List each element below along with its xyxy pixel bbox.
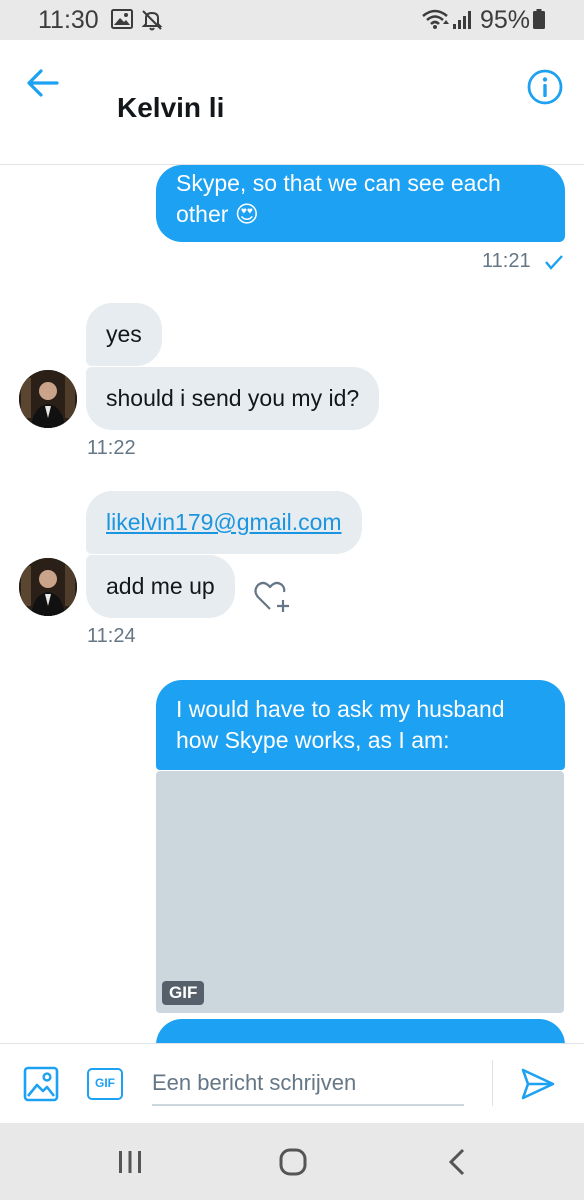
- home-icon: [279, 1148, 307, 1176]
- like-button[interactable]: [253, 578, 291, 614]
- heart-add-icon: [254, 581, 289, 612]
- message-timestamp: 11:22: [87, 437, 136, 459]
- outgoing-message[interactable]: I would have to ask my husband how Skype…: [156, 680, 565, 770]
- battery-level: 95%: [480, 6, 531, 34]
- image-icon: [23, 1066, 59, 1102]
- gif-attachment[interactable]: GIF: [156, 771, 564, 1013]
- home-button[interactable]: [279, 1148, 307, 1181]
- mute-icon: [140, 8, 164, 37]
- system-nav-bar: [0, 1123, 584, 1200]
- status-time: 11:30: [38, 6, 99, 34]
- gif-button[interactable]: GIF: [87, 1068, 123, 1100]
- info-icon: [527, 69, 563, 105]
- email-link[interactable]: likelvin179@gmail.com: [106, 509, 342, 535]
- message-timestamp: 11:24: [87, 625, 136, 647]
- outgoing-message-partial[interactable]: [156, 1019, 565, 1043]
- image-icon: [111, 9, 133, 34]
- outgoing-message[interactable]: Skype, so that we can see each other 😍: [156, 165, 565, 242]
- battery-icon: [533, 9, 545, 34]
- message-text: yes: [106, 321, 142, 347]
- send-icon: [521, 1068, 555, 1100]
- incoming-message[interactable]: should i send you my id?: [86, 367, 380, 430]
- incoming-message[interactable]: yes: [86, 303, 162, 366]
- send-button[interactable]: [520, 1066, 556, 1107]
- back-button[interactable]: [26, 66, 66, 102]
- message-text: add me up: [106, 573, 215, 599]
- message-text: should i send you my id?: [106, 385, 360, 411]
- message-text: Skype, so that we can see each other 😍: [176, 170, 501, 227]
- incoming-message[interactable]: add me up: [86, 555, 235, 618]
- gif-badge: GIF: [162, 981, 205, 1005]
- wifi-icon: [421, 8, 449, 35]
- recent-apps-button[interactable]: [116, 1149, 144, 1180]
- conversation-title: Kelvin li: [117, 92, 225, 123]
- avatar[interactable]: [19, 558, 77, 616]
- status-bar: 11:30 95%: [0, 0, 584, 40]
- message-list[interactable]: Skype, so that we can see each other 😍 1…: [0, 165, 584, 1043]
- incoming-message[interactable]: likelvin179@gmail.com: [86, 491, 362, 554]
- back-icon: [448, 1148, 465, 1176]
- nav-back-button[interactable]: [447, 1148, 467, 1181]
- message-text: I would have to ask my husband how Skype…: [176, 696, 505, 753]
- arrow-left-icon: [27, 69, 59, 97]
- avatar[interactable]: [19, 370, 77, 428]
- signal-icon: [452, 8, 474, 35]
- message-input[interactable]: [152, 1062, 464, 1106]
- info-button[interactable]: [526, 68, 564, 106]
- composer-divider: [492, 1060, 493, 1106]
- gif-icon: GIF: [95, 1076, 115, 1090]
- message-timestamp: 11:21: [482, 250, 564, 273]
- message-composer: GIF: [0, 1043, 584, 1123]
- conversation-header: Kelvin li: [0, 40, 584, 165]
- recent-apps-icon: [119, 1151, 141, 1173]
- sent-check-icon: [545, 254, 564, 270]
- add-photo-button[interactable]: [23, 1066, 59, 1107]
